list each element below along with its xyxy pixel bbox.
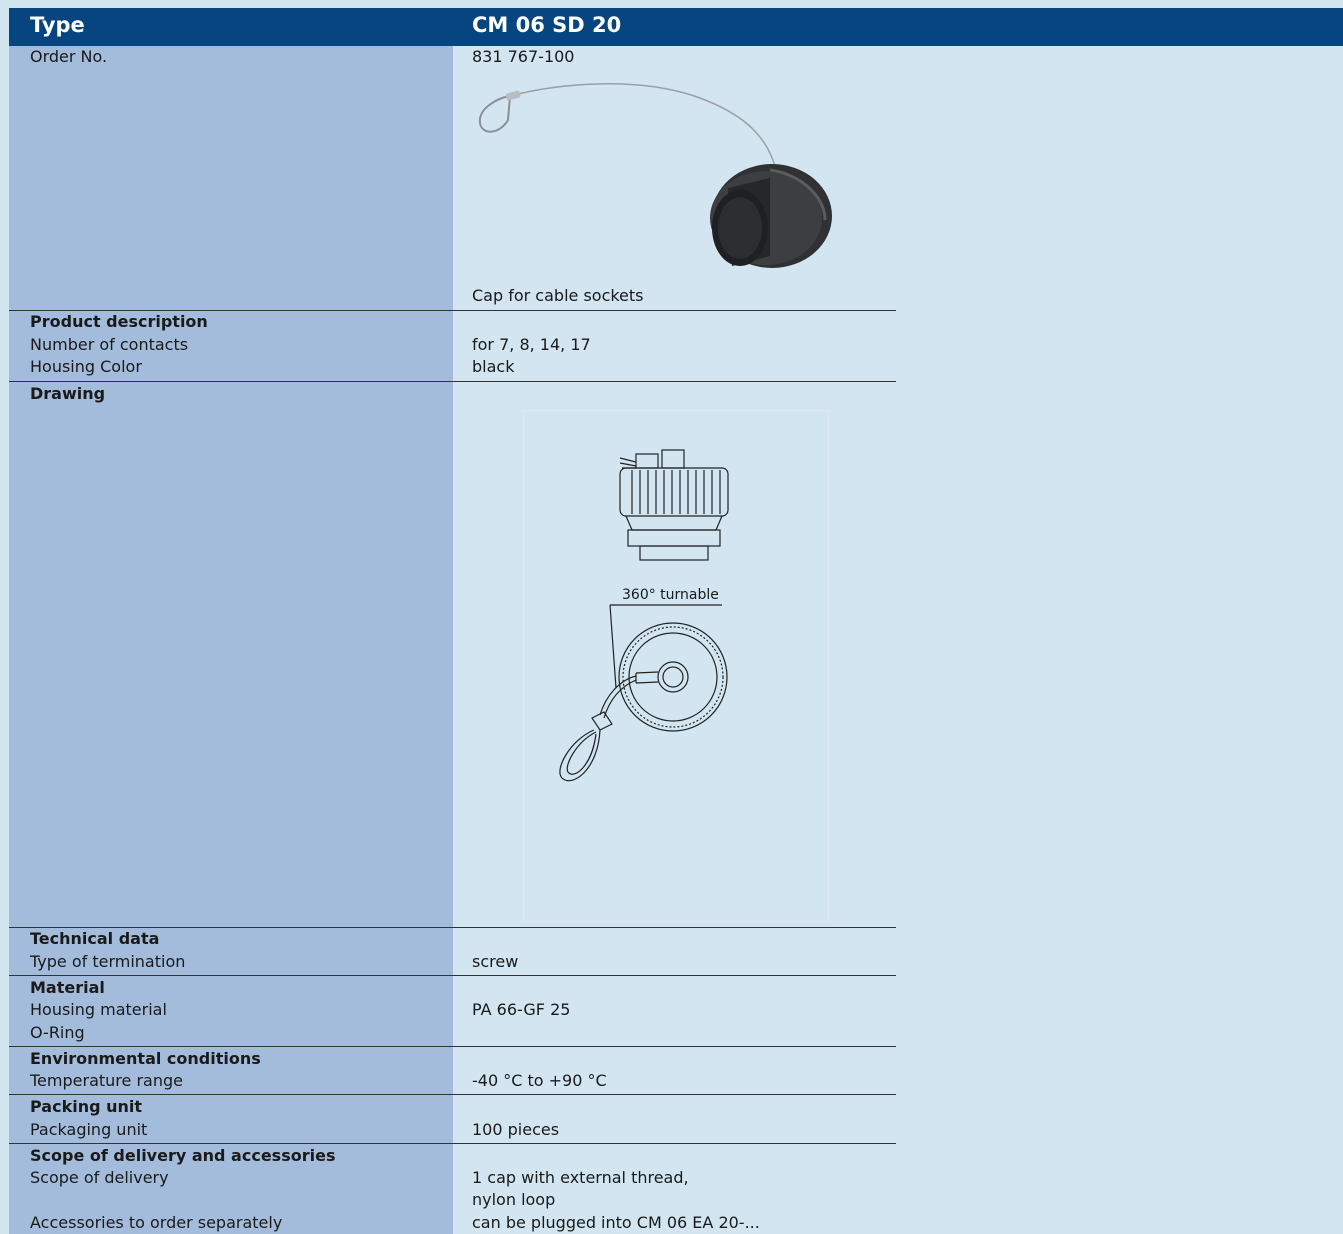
temperature-value: -40 °C to +90 °C — [472, 1071, 607, 1090]
housing-material-label: Housing material — [30, 1000, 167, 1019]
termination-value: screw — [472, 952, 519, 971]
material-title: Material — [30, 978, 105, 997]
scope-title: Scope of delivery and accessories — [30, 1146, 336, 1165]
packaging-unit-value: 100 pieces — [472, 1120, 560, 1139]
cap-product-photo — [478, 83, 832, 268]
number-of-contacts-value: for 7, 8, 14, 17 — [472, 335, 591, 354]
divider — [9, 1094, 896, 1095]
turnable-annotation: 360° turnable — [622, 587, 719, 603]
photo-caption: Cap for cable sockets — [472, 286, 644, 305]
scope-of-delivery-label: Scope of delivery — [30, 1168, 169, 1187]
divider — [9, 927, 896, 928]
type-header: Type CM 06 SD 20 — [9, 8, 1343, 46]
divider — [9, 381, 896, 382]
type-label: Type — [30, 13, 85, 37]
packaging-unit-label: Packaging unit — [30, 1120, 148, 1139]
scope-of-delivery-value-1: 1 cap with external thread, — [472, 1168, 689, 1187]
housing-color-value: black — [472, 357, 515, 376]
packing-title: Packing unit — [30, 1097, 143, 1116]
product-description-title: Product description — [30, 312, 208, 331]
drawing-title: Drawing — [30, 384, 106, 403]
temperature-label: Temperature range — [30, 1071, 183, 1090]
order-no-label: Order No. — [30, 47, 108, 66]
scope-of-delivery-value-2: nylon loop — [472, 1190, 556, 1209]
number-of-contacts-label: Number of contacts — [30, 335, 189, 354]
technical-data-title: Technical data — [30, 929, 160, 948]
o-ring-label: O-Ring — [30, 1023, 85, 1042]
divider — [9, 975, 896, 976]
technical-drawing — [559, 449, 729, 782]
termination-label: Type of termination — [30, 952, 186, 971]
accessories-label: Accessories to order separately — [30, 1213, 283, 1232]
order-no-value: 831 767-100 — [472, 47, 575, 66]
housing-material-value: PA 66-GF 25 — [472, 1000, 571, 1019]
divider — [9, 1143, 896, 1144]
environmental-title: Environmental conditions — [30, 1049, 261, 1068]
housing-color-label: Housing Color — [30, 357, 142, 376]
divider — [9, 1046, 896, 1047]
divider — [9, 310, 896, 311]
accessories-value: can be plugged into CM 06 EA 20-... — [472, 1213, 760, 1232]
type-value: CM 06 SD 20 — [472, 13, 622, 37]
